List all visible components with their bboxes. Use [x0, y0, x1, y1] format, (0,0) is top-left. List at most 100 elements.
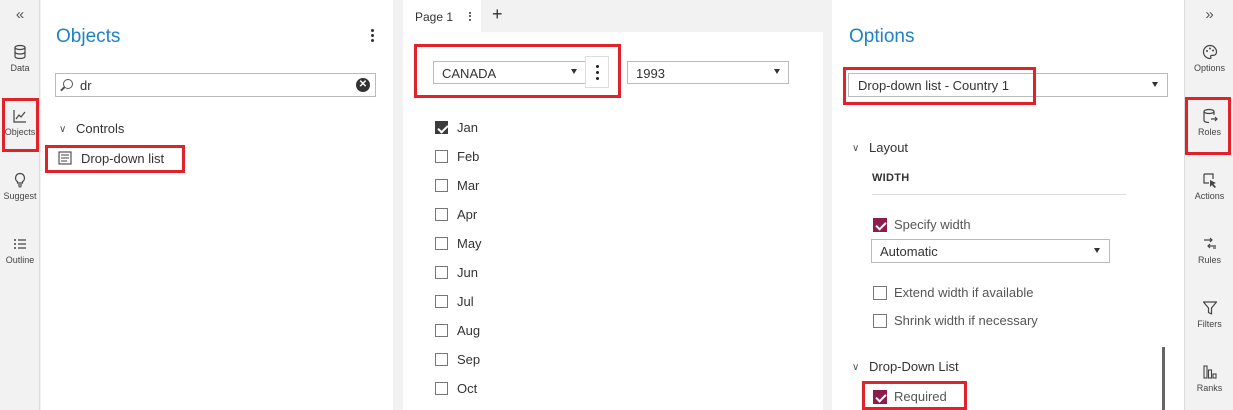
- add-page-button[interactable]: +: [492, 4, 503, 25]
- dropdown-value: Drop-down list - Country 1: [858, 78, 1009, 93]
- object-menu-icon[interactable]: [585, 56, 609, 88]
- ranks-icon: [1202, 365, 1217, 379]
- chevron-down-icon: [1152, 82, 1158, 87]
- month-label: Oct: [457, 381, 478, 396]
- month-label: Apr: [457, 207, 478, 222]
- month-label: Mar: [457, 178, 480, 193]
- rail-item-roles[interactable]: Roles: [1185, 108, 1233, 164]
- dropdown-list-icon: [58, 151, 72, 165]
- month-checkbox[interactable]: [435, 121, 448, 134]
- database-icon: [14, 44, 26, 60]
- tab-label: Page 1: [415, 10, 454, 24]
- section-dropdown-list[interactable]: Drop-Down List: [869, 359, 959, 374]
- rail-item-label: Rules: [1197, 255, 1221, 265]
- report-canvas: Page 1 + CANADA 1993 Jan Feb Mar Apr May…: [394, 0, 831, 410]
- specify-width-label: Specify width: [894, 217, 971, 232]
- rail-item-label: Filters: [1197, 319, 1222, 329]
- month-checkbox[interactable]: [435, 179, 448, 192]
- year-dropdown[interactable]: 1993: [627, 61, 789, 84]
- rail-item-label: Objects: [4, 127, 36, 137]
- rail-item-label: Actions: [1194, 191, 1225, 201]
- dropdown-value: Automatic: [880, 244, 938, 259]
- country-dropdown[interactable]: CANADA: [433, 61, 586, 84]
- roles-icon: [1202, 108, 1218, 124]
- extend-width-checkbox[interactable]: [873, 286, 887, 300]
- rail-item-ranks[interactable]: Ranks: [1185, 364, 1233, 410]
- month-label: Sep: [457, 352, 481, 367]
- month-checkbox[interactable]: [435, 353, 448, 366]
- month-label: Jun: [457, 265, 478, 280]
- dropdown-value: 1993: [636, 66, 665, 81]
- width-heading: WIDTH: [872, 172, 910, 184]
- tree-group-controls[interactable]: Controls: [76, 121, 124, 136]
- month-label: Feb: [457, 149, 480, 164]
- rail-item-suggest[interactable]: Suggest: [0, 172, 40, 228]
- shrink-width-label: Shrink width if necessary: [894, 313, 1038, 328]
- divider: [872, 194, 1126, 195]
- specify-width-checkbox[interactable]: [873, 218, 887, 232]
- search-icon: [63, 79, 73, 89]
- month-checkbox[interactable]: [435, 324, 448, 337]
- objects-pane: Objects ✕ ∨ Controls Drop-down list: [41, 0, 393, 410]
- pane-title: Objects: [56, 26, 121, 47]
- rail-item-label: Options: [1193, 63, 1226, 73]
- month-checkbox[interactable]: [435, 237, 448, 250]
- required-label: Required: [894, 389, 947, 404]
- rail-item-label: Ranks: [1196, 383, 1223, 393]
- chevron-down-icon: [571, 69, 577, 74]
- chevron-down-icon[interactable]: ∨: [59, 124, 66, 135]
- month-label: Jan: [457, 120, 478, 135]
- rail-item-label: Data: [10, 63, 30, 73]
- outline-list-icon: [14, 239, 26, 249]
- rail-item-options[interactable]: Options: [1185, 44, 1233, 100]
- rules-icon: [1203, 237, 1216, 249]
- month-label: Jul: [457, 294, 474, 309]
- tree-item-dropdown-list[interactable]: Drop-down list: [81, 151, 164, 166]
- rail-item-label: Suggest: [3, 191, 37, 201]
- rail-item-actions[interactable]: Actions: [1185, 172, 1233, 228]
- chevron-down-icon: [774, 69, 780, 74]
- rail-item-filters[interactable]: Filters: [1185, 300, 1233, 356]
- rail-item-rules[interactable]: Rules: [1185, 236, 1233, 292]
- actions-icon: [1202, 173, 1216, 188]
- chevron-down-icon[interactable]: ∨: [852, 362, 859, 373]
- clear-search-icon[interactable]: ✕: [356, 78, 370, 92]
- collapse-right-icon[interactable]: »: [1185, 6, 1233, 23]
- rail-item-label: Roles: [1197, 127, 1221, 137]
- rail-item-objects[interactable]: Objects: [0, 108, 40, 164]
- palette-icon: [1202, 44, 1217, 60]
- pane-title: Options: [849, 26, 915, 47]
- left-rail: « Data Objects Suggest Outline: [0, 0, 40, 410]
- month-label: Aug: [457, 323, 481, 338]
- app-window: « Data Objects Suggest Outline Objects d…: [0, 0, 1233, 410]
- month-checkbox[interactable]: [435, 150, 448, 163]
- tab-page-1[interactable]: Page 1: [403, 0, 481, 32]
- month-checkbox[interactable]: [435, 208, 448, 221]
- month-label: May: [457, 236, 482, 251]
- object-selector-dropdown[interactable]: Drop-down list - Country 1: [848, 73, 1168, 97]
- extend-width-label: Extend width if available: [894, 285, 1034, 300]
- objects-menu-icon[interactable]: [365, 27, 379, 47]
- month-checkbox[interactable]: [435, 382, 448, 395]
- dropdown-value: CANADA: [442, 66, 497, 81]
- drag-handle-icon[interactable]: [508, 56, 522, 69]
- month-checkbox[interactable]: [435, 295, 448, 308]
- month-checkbox[interactable]: [435, 266, 448, 279]
- line-chart-icon: [13, 110, 26, 123]
- rail-item-outline[interactable]: Outline: [0, 236, 40, 292]
- scrollbar-thumb[interactable]: [1162, 347, 1165, 410]
- required-checkbox[interactable]: [873, 390, 887, 404]
- collapse-left-icon[interactable]: «: [0, 6, 40, 23]
- search-field[interactable]: ✕: [55, 73, 376, 97]
- page-body: CANADA 1993 Jan Feb Mar Apr May Jun Jul …: [403, 32, 823, 410]
- chevron-down-icon[interactable]: ∨: [852, 143, 859, 154]
- right-rail: » Options Roles Actions Rules Filters Ra…: [1184, 0, 1233, 410]
- width-mode-dropdown[interactable]: Automatic: [871, 239, 1110, 263]
- section-layout[interactable]: Layout: [869, 140, 908, 155]
- search-input[interactable]: [80, 76, 350, 94]
- filter-icon: [1202, 301, 1217, 315]
- rail-item-label: Outline: [5, 255, 35, 265]
- tab-menu-icon[interactable]: [467, 10, 473, 22]
- rail-item-data[interactable]: Data: [0, 44, 40, 100]
- shrink-width-checkbox[interactable]: [873, 314, 887, 328]
